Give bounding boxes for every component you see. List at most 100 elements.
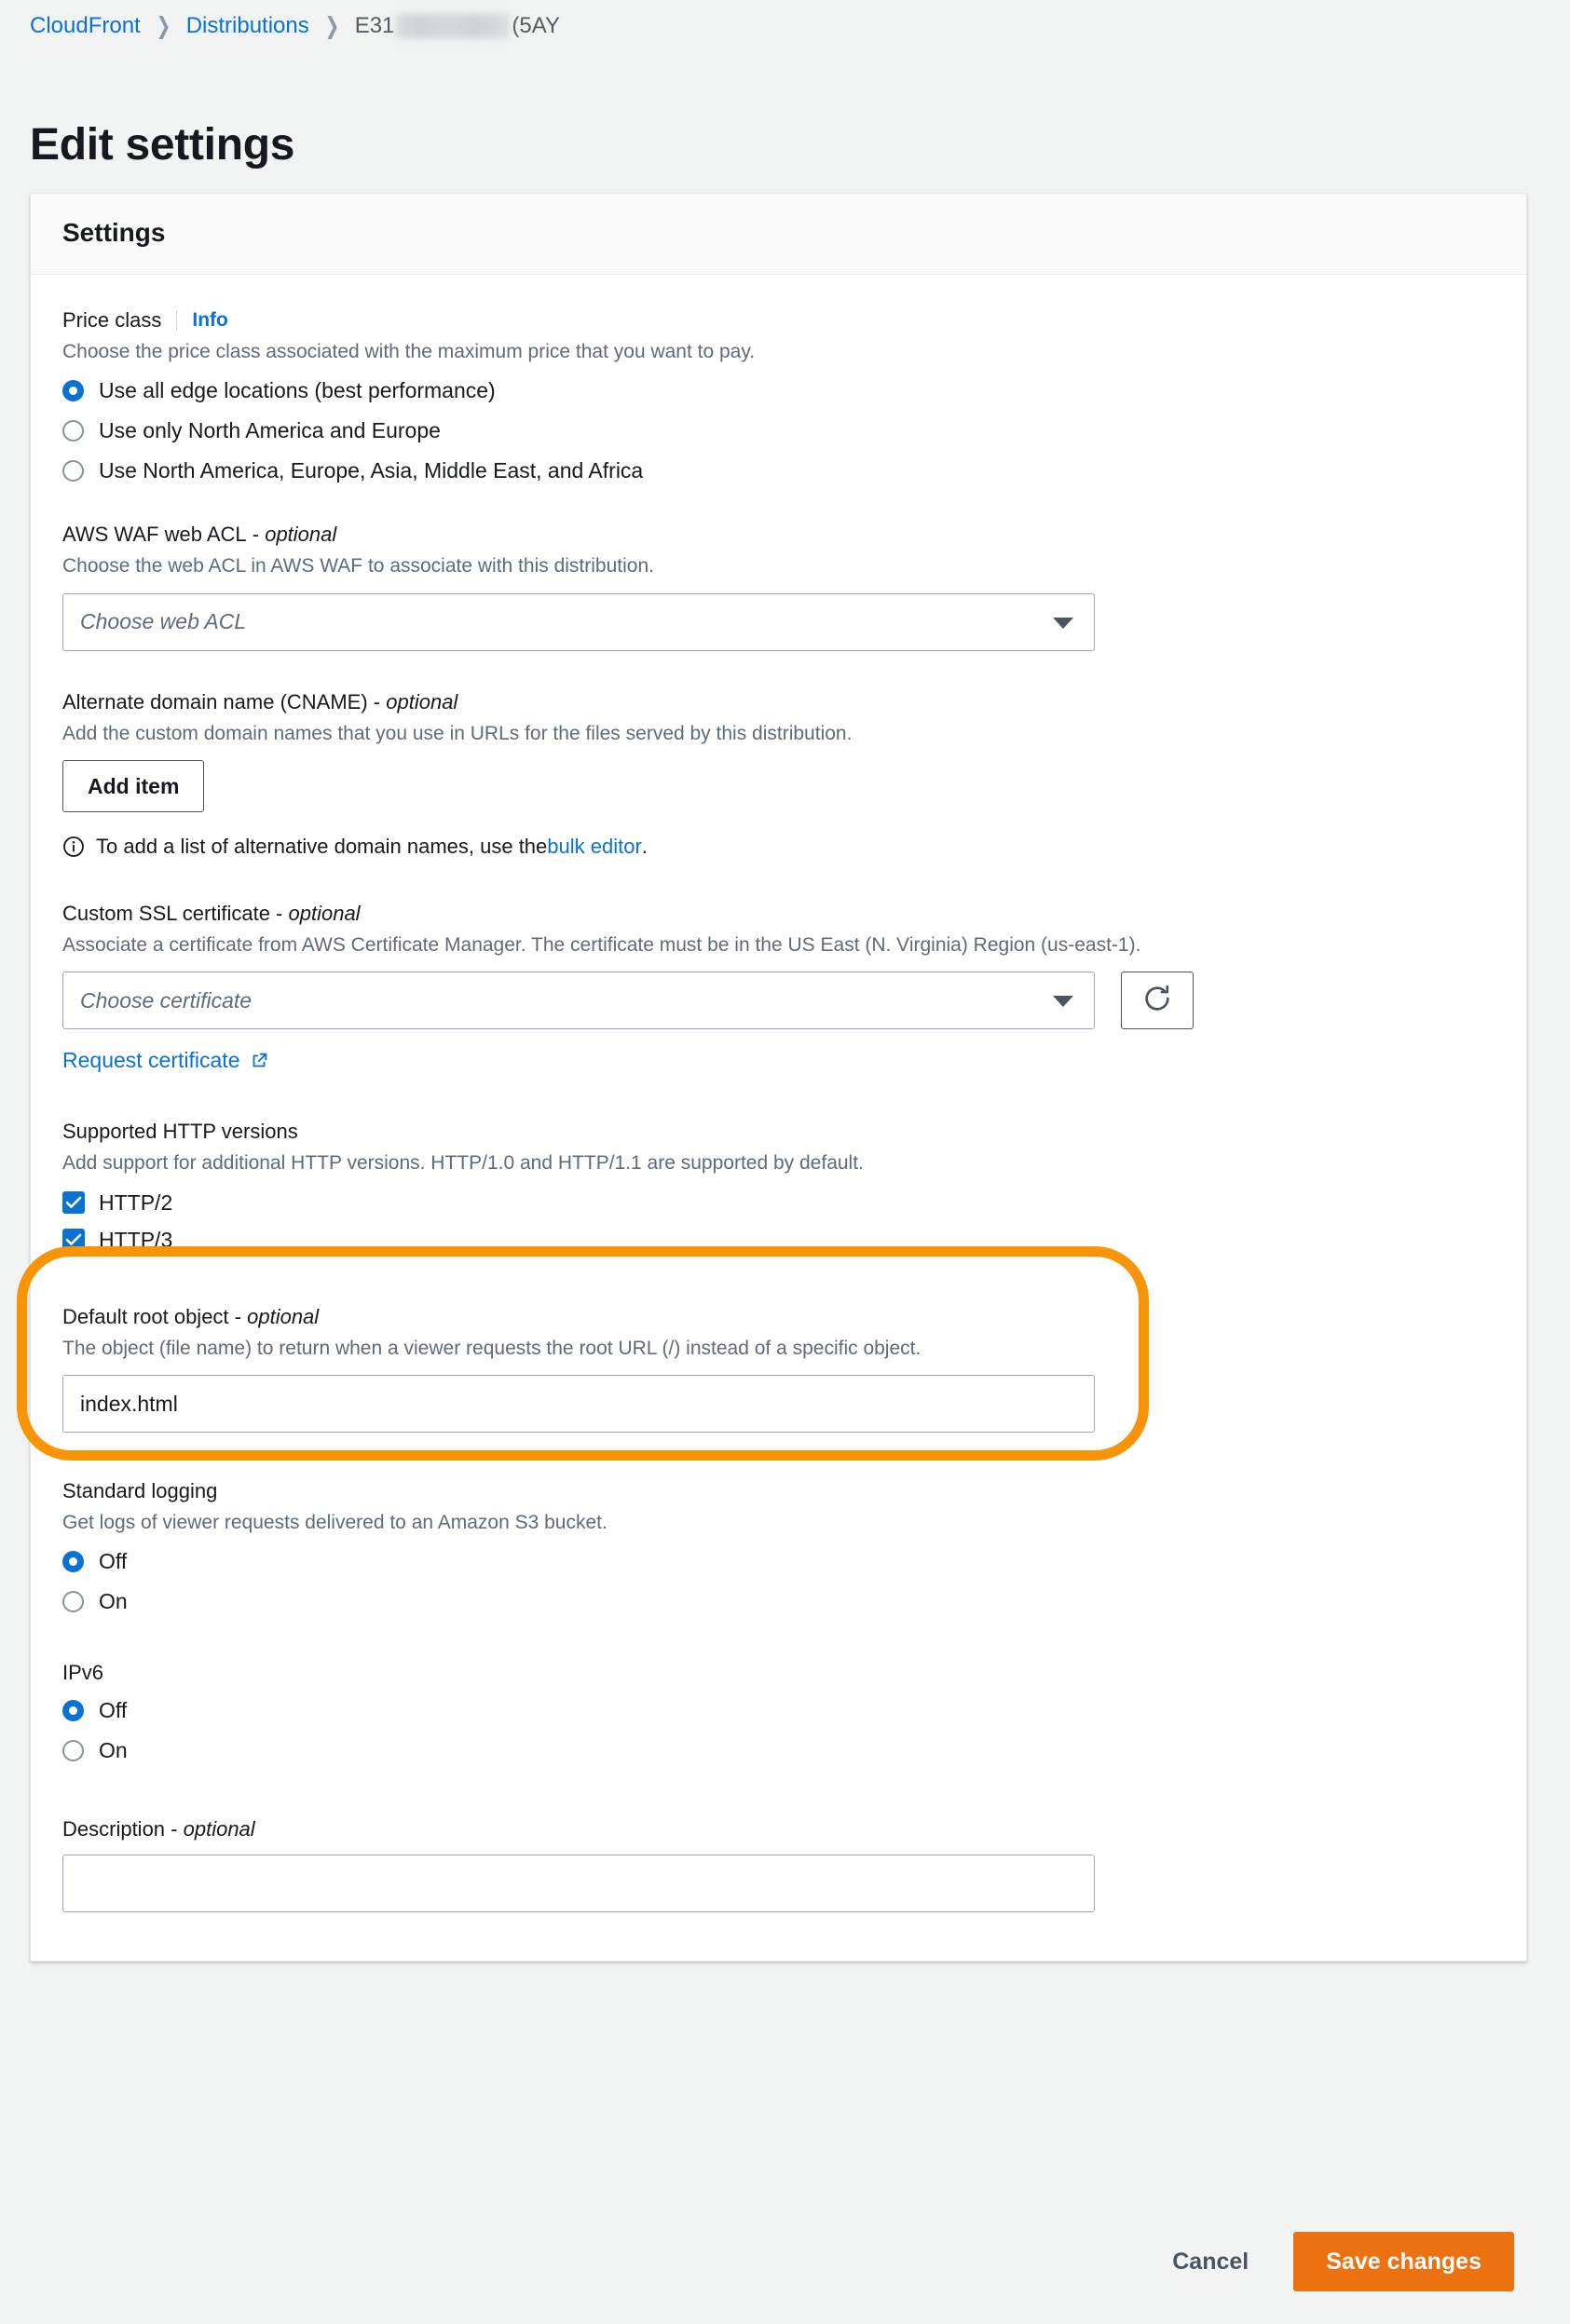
waf-label: AWS WAF web ACL — [62, 523, 247, 547]
radio-standard-logging-off[interactable]: Off — [62, 1549, 1495, 1574]
check-icon — [65, 1233, 82, 1246]
radio-label: Use all edge locations (best performance… — [99, 378, 496, 403]
bulk-editor-hint-prefix: To add a list of alternative domain name… — [96, 835, 548, 859]
standard-logging-label-row: Standard logging — [62, 1479, 1495, 1503]
price-class-label: Price class — [62, 308, 162, 332]
default-root-object-description: The object (file name) to return when a … — [62, 1337, 922, 1359]
radio-label: Use only North America and Europe — [99, 418, 441, 443]
price-class-info-link[interactable]: Info — [192, 309, 227, 332]
radio-price-class-na-eu[interactable]: Use only North America and Europe — [62, 418, 1495, 443]
cname-label-row: Alternate domain name (CNAME) - optional — [62, 689, 458, 714]
http-versions-label: Supported HTTP versions — [62, 1120, 298, 1144]
checkbox-http2[interactable]: HTTP/2 — [62, 1190, 1495, 1216]
radio-ipv6-off[interactable]: Off — [62, 1698, 1495, 1723]
waf-label-row: AWS WAF web ACL - optional — [62, 523, 337, 547]
redacted-region — [396, 14, 511, 38]
radio-indicator[interactable] — [62, 420, 84, 442]
radio-standard-logging-on[interactable]: On — [62, 1589, 1495, 1614]
ssl-select-row: Choose certificate — [62, 972, 1495, 1030]
ssl-label: Custom SSL certificate — [62, 902, 270, 926]
field-custom-ssl-certificate: Custom SSL certificate - optional Associ… — [62, 902, 1495, 1073]
breadcrumb-separator-icon: ❯ — [156, 12, 171, 39]
radio-indicator[interactable] — [62, 1551, 84, 1573]
cancel-button[interactable]: Cancel — [1159, 2239, 1262, 2285]
radio-price-class-all-edge[interactable]: Use all edge locations (best performance… — [62, 378, 1495, 403]
settings-card-body: Price class Info Choose the price class … — [31, 275, 1526, 1961]
description-label: Description — [62, 1817, 166, 1842]
radio-indicator[interactable] — [62, 1740, 84, 1762]
ipv6-label-row: IPv6 — [62, 1661, 1495, 1685]
refresh-certificates-button[interactable] — [1121, 972, 1194, 1030]
description-label-row: Description - optional — [62, 1817, 255, 1842]
radio-label: On — [99, 1589, 128, 1614]
bulk-editor-link[interactable]: bulk editor — [547, 835, 642, 859]
checkbox-indicator[interactable] — [62, 1229, 85, 1252]
ssl-optional-tag: optional — [288, 902, 361, 926]
ipv6-label: IPv6 — [62, 1661, 104, 1685]
label-divider — [176, 310, 178, 331]
settings-card-title: Settings — [62, 218, 166, 247]
info-circle-icon — [62, 836, 85, 858]
breadcrumb-separator-icon: ❯ — [324, 12, 340, 39]
radio-label: Off — [99, 1698, 128, 1723]
checkbox-label: HTTP/2 — [99, 1189, 173, 1215]
form-actions: Cancel Save changes — [30, 2206, 1527, 2317]
add-item-button[interactable]: Add item — [62, 760, 205, 813]
bulk-editor-hint: To add a list of alternative domain name… — [62, 835, 1495, 859]
field-standard-logging: Standard logging Get logs of viewer requ… — [62, 1479, 1495, 1614]
field-supported-http-versions: Supported HTTP versions Add support for … — [62, 1120, 1495, 1252]
cname-description: Add the custom domain names that you use… — [62, 722, 853, 744]
checkbox-indicator[interactable] — [62, 1191, 85, 1215]
standard-logging-description: Get logs of viewer requests delivered to… — [62, 1512, 608, 1534]
radio-label: Off — [99, 1549, 128, 1574]
description-input[interactable] — [62, 1855, 1095, 1913]
settings-card: Settings Price class Info Choose the pri… — [30, 193, 1527, 1963]
default-root-object-label-row: Default root object - optional — [62, 1304, 320, 1328]
cname-optional-tag: optional — [386, 689, 458, 714]
radio-label: Use North America, Europe, Asia, Middle … — [99, 458, 644, 483]
waf-select-placeholder: Choose web ACL — [80, 609, 247, 634]
checkbox-http3[interactable]: HTTP/3 — [62, 1228, 1495, 1253]
field-ipv6: IPv6 Off On — [62, 1661, 1495, 1763]
external-link-icon — [249, 1051, 269, 1071]
breadcrumb-current-distribution-id: E31 (5AY — [355, 13, 560, 39]
chevron-down-icon[interactable] — [1053, 996, 1073, 1008]
request-certificate-link[interactable]: Request certificate — [62, 1048, 269, 1073]
field-alternate-domain-name: Alternate domain name (CNAME) - optional… — [62, 690, 1495, 859]
save-changes-button[interactable]: Save changes — [1293, 2232, 1514, 2291]
breadcrumb: CloudFront ❯ Distributions ❯ E31 (5AY — [30, 7, 560, 45]
breadcrumb-item-cloudfront[interactable]: CloudFront — [30, 13, 141, 39]
radio-ipv6-on[interactable]: On — [62, 1738, 1495, 1763]
waf-select[interactable]: Choose web ACL — [62, 592, 1095, 651]
distribution-id-suffix: (5AY — [512, 13, 560, 38]
field-default-root-object: Default root object - optional The objec… — [62, 1304, 1495, 1434]
http-versions-label-row: Supported HTTP versions — [62, 1120, 1495, 1144]
distribution-id-prefix: E31 — [354, 13, 395, 38]
radio-indicator[interactable] — [62, 1700, 84, 1722]
checkbox-label: HTTP/3 — [99, 1227, 173, 1252]
cname-label: Alternate domain name (CNAME) — [62, 689, 368, 714]
page-title: Edit settings — [30, 120, 295, 170]
description-optional-tag: optional — [183, 1817, 255, 1842]
refresh-icon — [1141, 983, 1173, 1019]
ssl-description: Associate a certificate from AWS Certifi… — [62, 934, 1141, 957]
breadcrumb-item-distributions[interactable]: Distributions — [186, 13, 309, 39]
bulk-editor-hint-suffix: . — [641, 835, 648, 859]
radio-indicator[interactable] — [62, 1591, 84, 1613]
radio-indicator[interactable] — [62, 460, 84, 482]
field-price-class: Price class Info Choose the price class … — [62, 308, 1495, 483]
price-class-label-row: Price class Info — [62, 308, 1495, 333]
ssl-label-row: Custom SSL certificate - optional — [62, 902, 361, 926]
price-class-description: Choose the price class associated with t… — [62, 341, 756, 362]
check-icon — [65, 1196, 82, 1209]
radio-price-class-na-eu-asia-me-africa[interactable]: Use North America, Europe, Asia, Middle … — [62, 458, 1495, 483]
radio-label: On — [99, 1738, 128, 1763]
chevron-down-icon[interactable] — [1053, 617, 1073, 629]
standard-logging-label: Standard logging — [62, 1479, 218, 1503]
field-description: Description - optional — [62, 1817, 1495, 1913]
field-waf-web-acl: AWS WAF web ACL - optional Choose the we… — [62, 523, 1495, 651]
default-root-object-input[interactable] — [62, 1375, 1095, 1434]
ssl-certificate-select[interactable]: Choose certificate — [62, 972, 1095, 1030]
radio-indicator[interactable] — [62, 380, 84, 402]
settings-card-header: Settings — [31, 194, 1526, 275]
